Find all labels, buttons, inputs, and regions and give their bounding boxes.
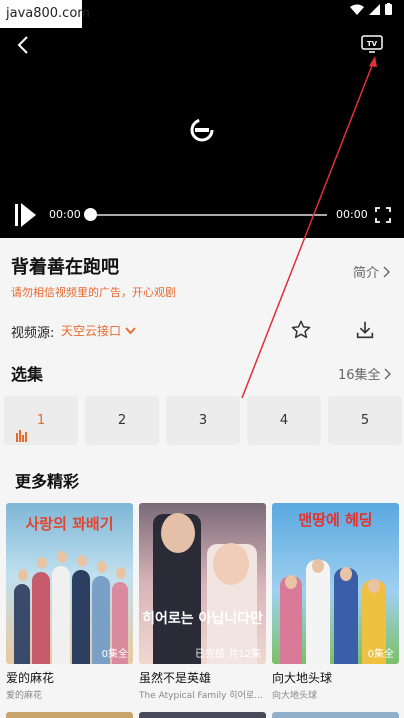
episode-label: 5 [360, 413, 370, 428]
card-title: 虽然不是英雄 [139, 671, 212, 685]
episode-label: 2 [117, 413, 127, 428]
poster-title-art: 히어로는 아닙니다만 [142, 611, 263, 627]
recommendation-list: 사랑의 꽈배기 0集全 爱的麻花 爱的麻花 히어로는 아닙니다만 已完结 共12… [6, 503, 399, 701]
source-label: 视频源: [11, 326, 55, 341]
more-section-title: 更多精彩 [15, 472, 80, 491]
episode-button[interactable]: 4 [247, 396, 321, 445]
chevron-right-icon [384, 368, 391, 379]
episode-label: 1 [36, 413, 46, 428]
intro-button[interactable]: 简介 [353, 262, 391, 281]
card-title: 爱的麻花 [6, 671, 55, 685]
episode-count-button[interactable]: 16集全 [338, 364, 392, 383]
ad-notice: 请勿相信视频里的广告，开心观剧 [11, 286, 176, 299]
chevron-right-icon [383, 266, 391, 277]
favorite-star-icon[interactable] [290, 319, 312, 341]
episode-button[interactable]: 5 [328, 396, 402, 445]
episode-button[interactable]: 1 [4, 396, 78, 445]
poster-badge: 0集全 [367, 649, 394, 660]
recommendation-card[interactable]: 히어로는 아닙니다만 已完结 共12集 虽然不是英雄 The Atypical … [139, 503, 266, 701]
episode-label: 3 [198, 413, 208, 428]
poster-image: 사랑의 꽈배기 0集全 [6, 503, 133, 664]
episode-count-label: 16集全 [338, 368, 381, 383]
recommendation-card[interactable]: 사랑의 꽈배기 0集全 爱的麻花 爱的麻花 [6, 503, 133, 701]
card-subtitle: The Atypical Family 히어로... [139, 691, 263, 701]
poster-badge: 0集全 [101, 649, 128, 660]
poster-image: 맨땅에 헤딩 0集全 [272, 503, 399, 664]
recommendation-card[interactable]: 맨땅에 헤딩 0集全 向大地头球 向大地头球 [272, 503, 399, 701]
episodes-section-title: 选集 [11, 365, 44, 384]
download-icon[interactable] [354, 319, 376, 341]
intro-label: 简介 [353, 266, 380, 281]
poster-badge: 已完结 共12集 [195, 649, 261, 660]
episode-label: 4 [279, 413, 289, 428]
card-subtitle: 爱的麻花 [6, 691, 43, 701]
poster-title-art: 맨땅에 헤딩 [298, 511, 373, 529]
source-value: 天空云接口 [61, 324, 122, 338]
card-subtitle: 向大地头球 [272, 691, 318, 701]
episode-button[interactable]: 2 [85, 396, 159, 445]
episode-button[interactable]: 3 [166, 396, 240, 445]
playing-indicator-icon [16, 430, 27, 442]
episode-list: 1 2 3 4 5 [4, 396, 402, 445]
card-title: 向大地头球 [272, 671, 333, 685]
poster-title-art: 사랑의 꽈배기 [25, 515, 114, 533]
video-title: 背着善在跑吧 [11, 257, 119, 278]
next-row-preview [6, 712, 399, 718]
source-select[interactable]: 天空云接口 [61, 322, 136, 339]
chevron-down-icon [125, 326, 136, 334]
poster-image: 히어로는 아닙니다만 已完结 共12集 [139, 503, 266, 664]
